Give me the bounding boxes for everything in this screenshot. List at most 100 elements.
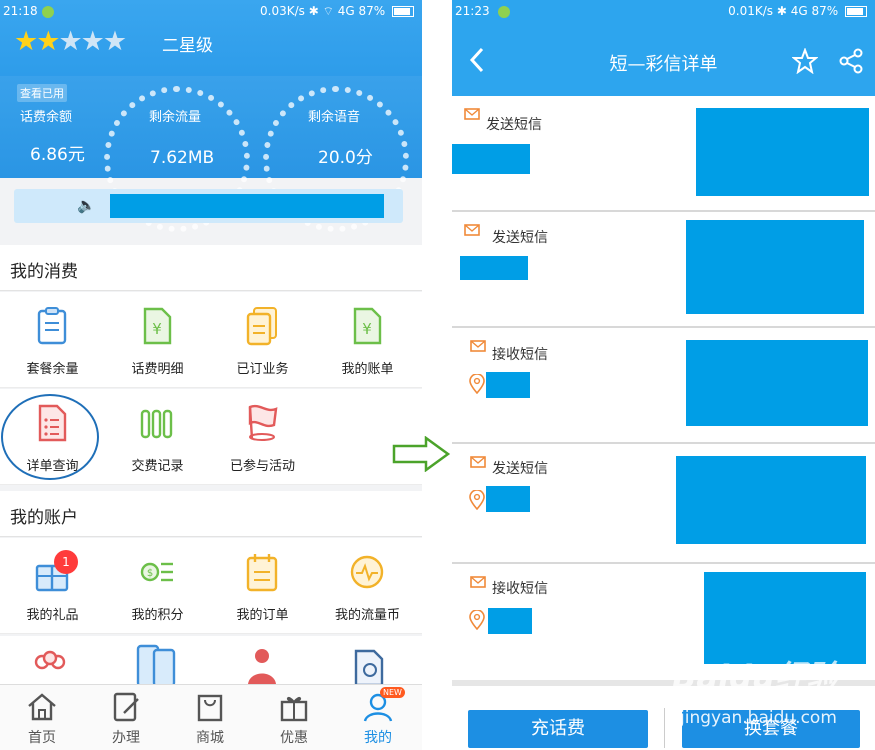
shopping-bag-icon xyxy=(197,694,223,722)
balance-value[interactable]: 6.86元 xyxy=(30,140,85,165)
phones-icon xyxy=(136,644,176,688)
tab-label: 商城 xyxy=(196,730,224,746)
message-type: 发送短信 xyxy=(492,461,548,477)
data-gauge-value: 7.62MB xyxy=(150,148,215,168)
section-title: 我的消费 xyxy=(10,262,78,282)
message-row[interactable]: 发送短信 xyxy=(452,444,875,564)
bill-detail-item[interactable]: ¥ 话费明细 xyxy=(105,292,210,388)
star-rating: ★★★★★ xyxy=(14,26,127,57)
new-badge: NEW xyxy=(380,687,405,698)
redacted-location xyxy=(488,608,532,634)
bill-document-icon: ¥ xyxy=(353,307,382,345)
my-bill-item[interactable]: ¥ 我的账单 xyxy=(315,292,420,388)
message-type: 接收短信 xyxy=(492,347,548,363)
item-label: 已参与活动 xyxy=(229,459,295,474)
arrow-right-icon xyxy=(392,436,451,472)
edit-document-icon xyxy=(113,692,139,722)
member-level: 二星级 xyxy=(162,36,213,56)
speaker-icon: 🔈 xyxy=(77,196,96,214)
tab-handle[interactable]: 办理 xyxy=(84,685,168,750)
message-row[interactable]: 发送短信 xyxy=(452,96,875,212)
message-row[interactable]: 发送短信 xyxy=(452,212,875,328)
message-row[interactable]: 接收短信 xyxy=(452,328,875,444)
envelope-icon xyxy=(464,224,480,236)
tab-offers[interactable]: 优惠 xyxy=(252,685,336,750)
star-outline-icon xyxy=(791,47,819,75)
balance-label: 话费余额 xyxy=(20,110,73,125)
person-heart-icon xyxy=(248,649,276,684)
item-label: 话费明细 xyxy=(131,362,184,377)
star-icon: ★ xyxy=(14,26,38,57)
left-screen: 21:18 0.03K/s ✱ ⌔ 4G 87% ★★★★★ 二星级 查看已用 … xyxy=(0,0,422,750)
detail-header: 21:23 0.01K/s ✱ 4G 87% 短—彩信详单 xyxy=(452,0,875,96)
tab-mall[interactable]: 商城 xyxy=(168,685,252,750)
home-icon xyxy=(28,693,56,721)
signal-label: 4G xyxy=(337,4,355,18)
star-icon: ★ xyxy=(36,26,60,57)
payment-record-item[interactable]: 交费记录 xyxy=(105,389,210,485)
item-label: 我的流量币 xyxy=(334,608,400,623)
status-time: 21:18 xyxy=(3,4,38,18)
my-gifts-item[interactable]: 我的礼品 xyxy=(0,538,105,634)
pulse-coin-icon xyxy=(350,555,384,589)
joined-activities-item[interactable]: 已参与活动 xyxy=(210,389,315,485)
svg-text:$: $ xyxy=(147,568,153,579)
watermark-url: jingyan.baidu.com xyxy=(680,708,837,728)
redacted-details xyxy=(676,456,866,544)
redacted-details xyxy=(686,340,868,426)
location-pin-icon xyxy=(469,374,485,394)
notification-icon xyxy=(42,6,54,18)
status-time: 21:23 xyxy=(455,4,490,18)
item-label: 我的账单 xyxy=(341,362,394,377)
redacted-number xyxy=(452,144,530,174)
bottom-tab-bar: 首页 办理 商城 优惠 我的 xyxy=(0,684,422,750)
package-balance-item[interactable]: 套餐余量 xyxy=(0,292,105,388)
gift-box-icon xyxy=(280,696,308,722)
yuan-document-icon: ¥ xyxy=(143,307,172,345)
status-right: 0.03K/s ✱ ⌔ 4G 87% xyxy=(260,4,414,19)
check-used-button[interactable]: 查看已用 xyxy=(17,84,67,102)
tab-home[interactable]: 首页 xyxy=(0,685,84,750)
battery-percent: 87% xyxy=(811,4,839,18)
message-type: 发送短信 xyxy=(492,230,548,246)
envelope-icon xyxy=(470,576,486,588)
tab-label: 首页 xyxy=(28,730,56,746)
redacted-announcement xyxy=(110,194,384,218)
watermark-logo: Baidu经验 xyxy=(672,658,839,696)
redacted-details xyxy=(704,572,866,664)
message-type: 接收短信 xyxy=(492,581,548,597)
star-icon: ★ xyxy=(102,26,127,57)
tab-mine[interactable]: 我的 xyxy=(336,685,420,750)
battery-percent: 87% xyxy=(358,4,386,18)
my-points-item[interactable]: $ 我的积分 xyxy=(105,538,210,634)
item-label: 已订业务 xyxy=(236,362,289,377)
share-icon[interactable] xyxy=(838,48,864,74)
highlight-ring xyxy=(1,394,99,480)
status-right: 0.01K/s ✱ 4G 87% xyxy=(728,4,867,18)
bluetooth-icon: ✱ xyxy=(308,4,323,18)
star-icon: ★ xyxy=(80,26,105,57)
my-data-coins-item[interactable]: 我的流量币 xyxy=(315,538,420,634)
tab-label: 我的 xyxy=(364,730,392,746)
svg-text:¥: ¥ xyxy=(362,320,372,338)
tab-label: 办理 xyxy=(112,730,140,746)
announcement-bar[interactable]: 🔈 xyxy=(14,189,403,223)
coins-icon: $ xyxy=(140,562,173,582)
envelope-icon xyxy=(470,340,486,352)
group-icon xyxy=(34,650,66,670)
signal-label: 4G xyxy=(790,4,808,18)
divider xyxy=(664,708,665,748)
recharge-button[interactable]: 充话费 xyxy=(468,710,648,748)
account-section-header: 我的账户 xyxy=(0,491,422,537)
subscribed-services-item[interactable]: 已订业务 xyxy=(210,292,315,388)
battery-icon xyxy=(392,6,414,17)
data-gauge-label: 剩余流量 xyxy=(149,110,202,125)
redacted-location xyxy=(486,486,530,512)
favorite-button[interactable] xyxy=(791,47,819,80)
document-stack-icon xyxy=(246,307,277,346)
status-bar: 21:18 0.03K/s ✱ ⌔ 4G 87% xyxy=(0,0,422,24)
my-orders-item[interactable]: 我的订单 xyxy=(210,538,315,634)
net-speed: 0.03K/s xyxy=(260,4,305,18)
wifi-icon: ⌔ xyxy=(322,4,334,18)
svg-text:¥: ¥ xyxy=(152,320,162,338)
